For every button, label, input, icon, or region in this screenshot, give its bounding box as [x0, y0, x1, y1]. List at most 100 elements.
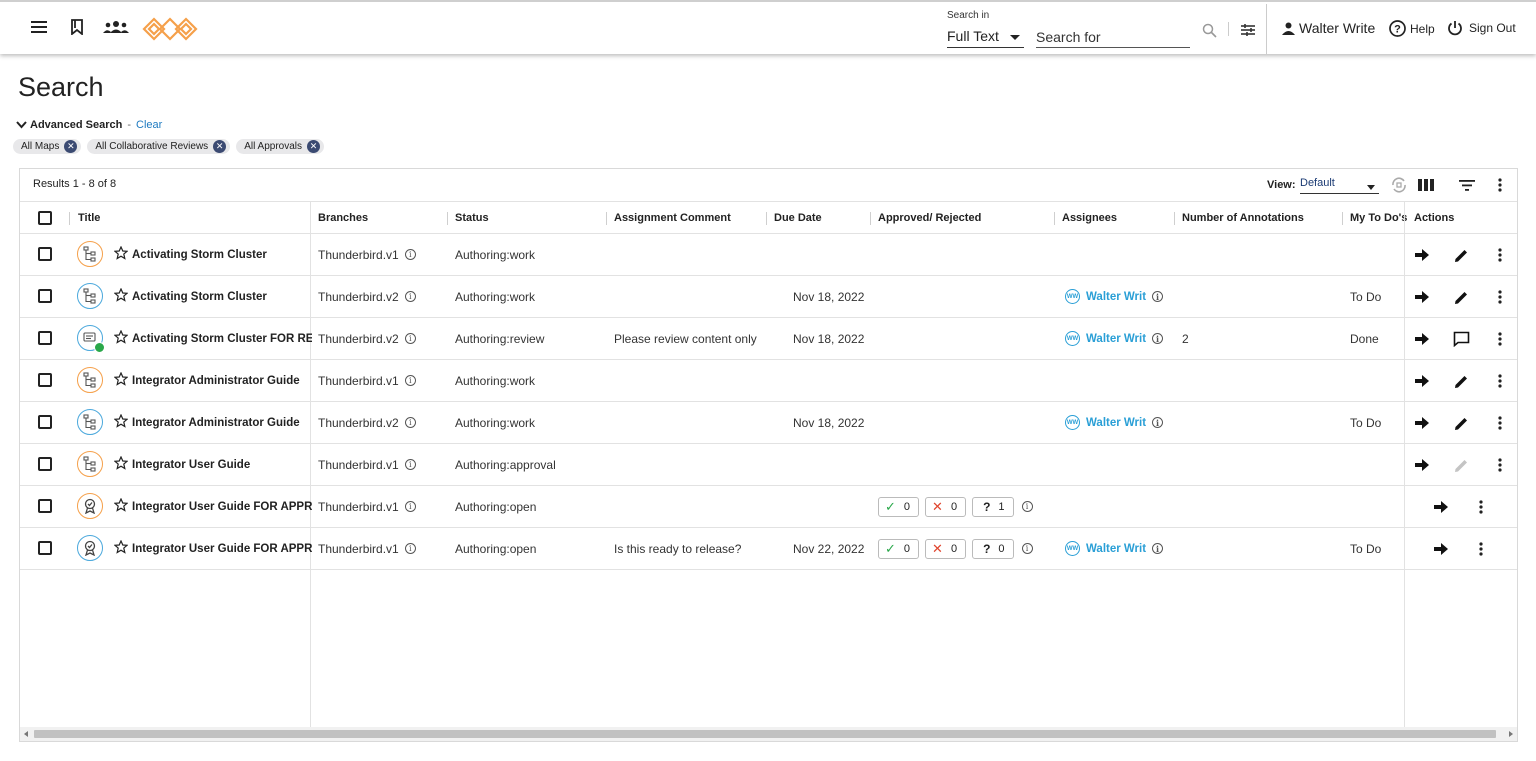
close-icon[interactable]: ✕	[307, 140, 320, 153]
approved-count[interactable]: ✓ 0	[878, 496, 920, 517]
sign-out-button[interactable]: Sign Out	[1447, 20, 1516, 36]
pending-count[interactable]: ? 0	[972, 538, 1014, 559]
info-icon[interactable]: i	[1152, 417, 1164, 428]
assignee-cell[interactable]: WW Walter Writ i	[1065, 318, 1164, 359]
search-input[interactable]	[1036, 24, 1190, 48]
search-icon[interactable]	[1200, 21, 1218, 39]
row-title[interactable]: Integrator Administrator Guide	[132, 360, 300, 401]
assignee-cell[interactable]: WW Walter Writ i	[1065, 276, 1164, 317]
star-icon[interactable]	[113, 413, 129, 428]
open-arrow-icon[interactable]	[1413, 456, 1431, 474]
row-checkbox[interactable]	[38, 499, 52, 513]
column-header-assignment-comment[interactable]: Assignment Comment	[614, 212, 731, 224]
info-icon[interactable]: i	[1021, 543, 1033, 554]
app-logo-icon[interactable]	[142, 16, 200, 42]
groups-icon[interactable]	[102, 16, 130, 38]
more-vertical-icon[interactable]	[1472, 540, 1490, 558]
bookmark-icon[interactable]	[66, 16, 88, 38]
select-all-checkbox[interactable]	[38, 211, 52, 225]
search-in-select[interactable]: Full Text	[947, 24, 1024, 48]
star-icon[interactable]	[113, 497, 129, 512]
row-title[interactable]: Integrator User Guide FOR APPR...	[132, 486, 312, 527]
table-row[interactable]: Activating Storm Cluster Thunderbird.v1 i…	[20, 234, 1517, 276]
user-menu[interactable]: Walter Write	[1282, 20, 1375, 36]
more-vertical-icon[interactable]	[1491, 176, 1509, 194]
column-header-annotations[interactable]: Number of Annotations	[1182, 212, 1304, 224]
row-checkbox[interactable]	[38, 457, 52, 471]
info-icon[interactable]: i	[404, 333, 416, 344]
menu-icon[interactable]	[28, 16, 50, 38]
row-checkbox[interactable]	[38, 373, 52, 387]
assignee-cell[interactable]: WW Walter Writ i	[1065, 528, 1164, 569]
star-icon[interactable]	[113, 329, 129, 344]
row-title[interactable]: Integrator Administrator Guide	[132, 402, 300, 443]
open-arrow-icon[interactable]	[1413, 372, 1431, 390]
close-icon[interactable]: ✕	[64, 140, 78, 153]
close-icon[interactable]: ✕	[213, 140, 227, 153]
more-vertical-icon[interactable]	[1491, 372, 1509, 390]
info-icon[interactable]: i	[404, 249, 416, 260]
column-header-branches[interactable]: Branches	[318, 212, 368, 224]
star-icon[interactable]	[113, 371, 129, 386]
star-icon[interactable]	[113, 245, 129, 260]
table-row[interactable]: Integrator User Guide FOR APPR... Thunde…	[20, 486, 1517, 528]
scroll-right-icon[interactable]	[1509, 731, 1513, 737]
more-vertical-icon[interactable]	[1491, 414, 1509, 432]
info-icon[interactable]: i	[404, 375, 416, 386]
comment-icon[interactable]	[1452, 330, 1470, 348]
row-checkbox[interactable]	[38, 415, 52, 429]
open-arrow-icon[interactable]	[1413, 330, 1431, 348]
horizontal-scrollbar[interactable]	[20, 727, 1517, 741]
star-icon[interactable]	[113, 455, 129, 470]
open-arrow-icon[interactable]	[1413, 288, 1431, 306]
info-icon[interactable]: i	[1152, 291, 1164, 302]
table-row[interactable]: Integrator User Guide Thunderbird.v1 i Au…	[20, 444, 1517, 486]
row-title[interactable]: Integrator User Guide	[132, 444, 250, 485]
open-arrow-icon[interactable]	[1432, 498, 1450, 516]
scroll-thumb[interactable]	[34, 730, 1496, 738]
row-checkbox[interactable]	[38, 247, 52, 261]
table-row[interactable]: Integrator Administrator Guide Thunderbi…	[20, 360, 1517, 402]
open-arrow-icon[interactable]	[1413, 414, 1431, 432]
column-header-due-date[interactable]: Due Date	[774, 212, 822, 224]
info-icon[interactable]: i	[404, 291, 416, 302]
approved-count[interactable]: ✓ 0	[878, 538, 920, 559]
row-checkbox[interactable]	[38, 289, 52, 303]
column-header-title[interactable]: Title	[78, 212, 100, 224]
more-vertical-icon[interactable]	[1491, 330, 1509, 348]
filter-chip[interactable]: All Maps ✕	[13, 139, 82, 154]
chevron-down-icon[interactable]	[16, 121, 27, 129]
row-checkbox[interactable]	[38, 331, 52, 345]
more-vertical-icon[interactable]	[1491, 246, 1509, 264]
table-row[interactable]: Activating Storm Cluster FOR RE... Thund…	[20, 318, 1517, 360]
info-icon[interactable]: i	[1152, 333, 1164, 344]
column-header-assignees[interactable]: Assignees	[1062, 212, 1117, 224]
help-button[interactable]: ? Help	[1389, 20, 1435, 37]
table-row[interactable]: Integrator Administrator Guide Thunderbi…	[20, 402, 1517, 444]
open-arrow-icon[interactable]	[1413, 246, 1431, 264]
filter-chip[interactable]: All Approvals ✕	[236, 139, 324, 154]
filter-icon[interactable]	[1458, 176, 1476, 194]
advanced-search-toggle[interactable]: Advanced Search - Clear	[16, 117, 162, 133]
clear-link[interactable]: Clear	[136, 119, 162, 131]
more-vertical-icon[interactable]	[1491, 288, 1509, 306]
table-row[interactable]: Activating Storm Cluster Thunderbird.v2 i…	[20, 276, 1517, 318]
pending-count[interactable]: ? 1	[972, 496, 1014, 517]
column-header-my-todos[interactable]: My To Do's	[1350, 212, 1407, 224]
more-vertical-icon[interactable]	[1472, 498, 1490, 516]
row-checkbox[interactable]	[38, 541, 52, 555]
info-icon[interactable]: i	[404, 501, 416, 512]
edit-pencil-icon[interactable]	[1452, 246, 1470, 264]
scroll-left-icon[interactable]	[24, 731, 28, 737]
row-title[interactable]: Activating Storm Cluster	[132, 276, 267, 317]
rejected-count[interactable]: ✕ 0	[925, 538, 967, 559]
rejected-count[interactable]: ✕ 0	[925, 496, 967, 517]
info-icon[interactable]: i	[404, 459, 416, 470]
tune-filters-icon[interactable]	[1238, 20, 1258, 40]
filter-chip[interactable]: All Collaborative Reviews ✕	[87, 139, 231, 154]
info-icon[interactable]: i	[1152, 543, 1164, 554]
info-icon[interactable]: i	[404, 417, 416, 428]
more-vertical-icon[interactable]	[1491, 456, 1509, 474]
edit-pencil-icon[interactable]	[1452, 372, 1470, 390]
columns-icon[interactable]	[1417, 176, 1435, 194]
